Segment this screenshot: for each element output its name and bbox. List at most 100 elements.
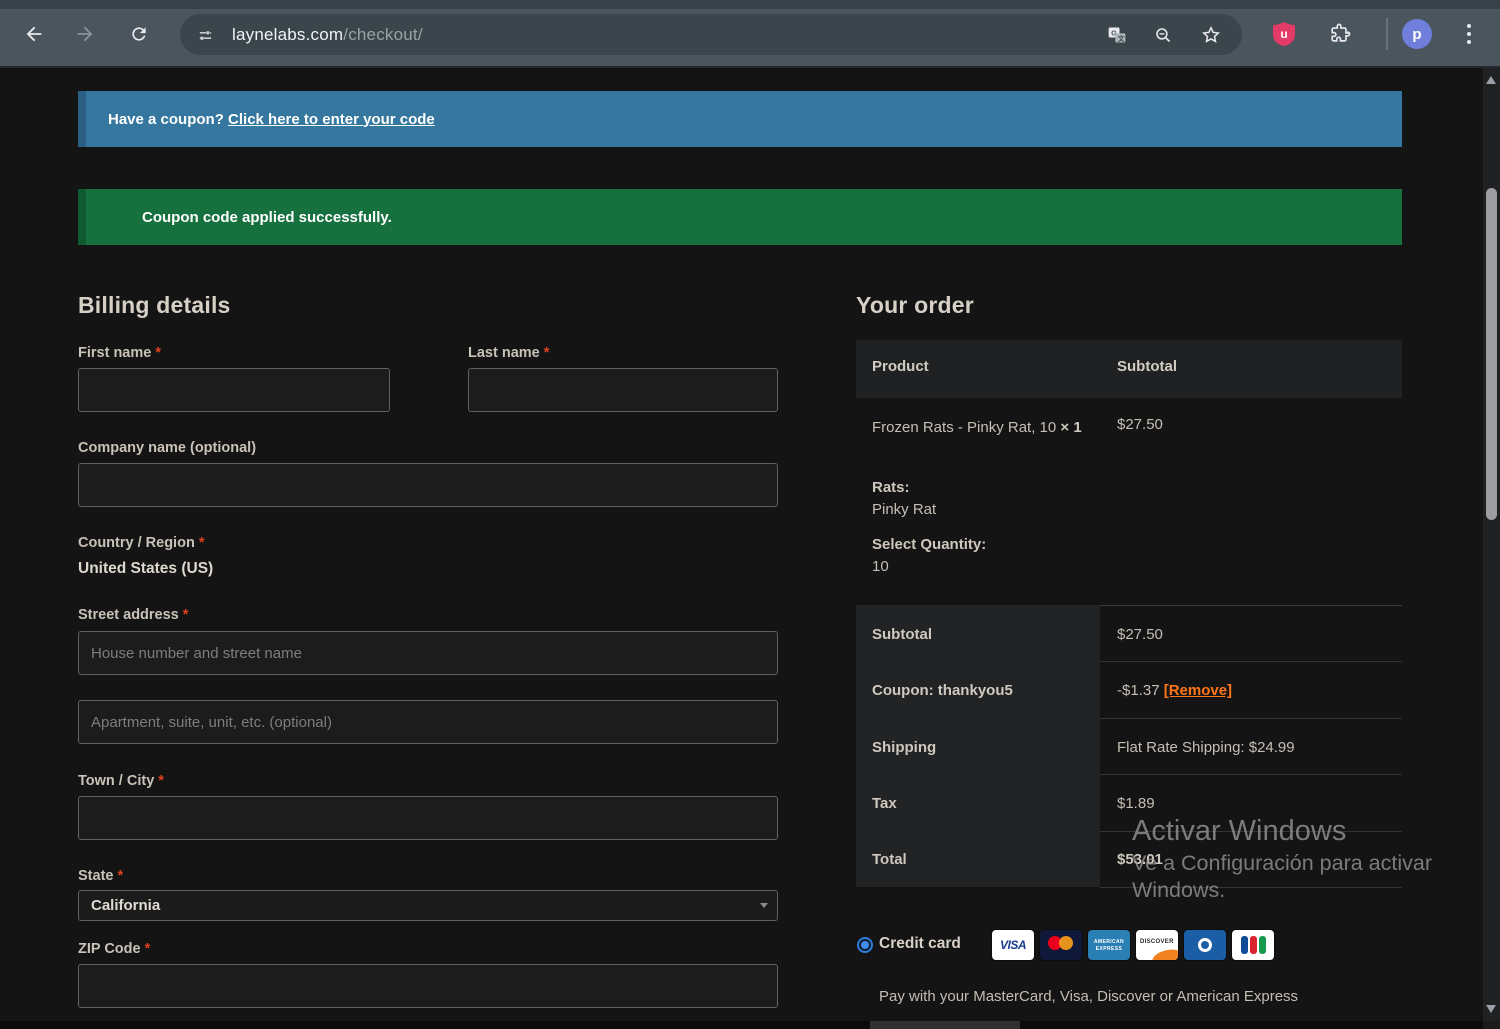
country-value: United States (US) <box>78 560 214 577</box>
puzzle-icon <box>1331 23 1351 42</box>
horizontal-scrollbar-thumb[interactable] <box>870 1021 1020 1029</box>
zip-input[interactable] <box>78 964 778 1008</box>
back-button[interactable] <box>21 21 47 47</box>
scrollbar-corner <box>1483 1021 1500 1029</box>
state-select[interactable]: California <box>78 890 778 921</box>
horizontal-scrollbar[interactable] <box>0 1021 1483 1029</box>
remove-coupon-link[interactable]: [Remove] <box>1164 682 1232 699</box>
coupon-banner: Have a coupon? Click here to enter your … <box>78 91 1402 147</box>
reload-button[interactable] <box>126 21 152 47</box>
vertical-scrollbar[interactable] <box>1483 68 1500 1021</box>
row-divider <box>1100 887 1402 888</box>
country-label: Country / Region * <box>78 535 205 551</box>
row-divider <box>1100 661 1402 662</box>
back-arrow-icon <box>26 26 42 42</box>
payment-description: Pay with your MasterCard, Visa, Discover… <box>879 988 1299 1005</box>
tax-row-value: $1.89 <box>1117 795 1155 812</box>
street-address2-input[interactable] <box>78 700 778 744</box>
city-label: Town / City * <box>78 773 164 789</box>
subtotal-row-value: $27.50 <box>1117 626 1163 643</box>
url-text[interactable]: laynelabs.com/checkout/ <box>232 25 423 45</box>
zoom-button[interactable] <box>1152 24 1174 46</box>
street-address-input[interactable] <box>78 631 778 675</box>
credit-card-label: Credit card <box>879 935 961 952</box>
ublock-shield-icon: u <box>1273 22 1295 46</box>
shipping-row-label: Shipping <box>872 739 937 756</box>
last-name-label: Last name * <box>468 345 550 361</box>
scroll-up-arrow-icon[interactable] <box>1486 76 1496 84</box>
order-item-price: $27.50 <box>1117 416 1163 433</box>
extensions-button[interactable] <box>1326 20 1354 48</box>
order-table-header: Product Subtotal <box>856 340 1402 398</box>
site-info-button[interactable] <box>194 24 216 46</box>
city-input[interactable] <box>78 796 778 840</box>
required-asterisk: * <box>155 345 162 361</box>
row-divider <box>1100 831 1402 832</box>
required-asterisk: * <box>198 535 205 551</box>
profile-avatar[interactable]: p <box>1402 19 1432 49</box>
checkout-page: Have a coupon? Click here to enter your … <box>0 68 1483 1021</box>
accepted-cards: VISA AMERICAN EXPRESS DISCOVER <box>992 930 1274 960</box>
bookmark-button[interactable] <box>1200 24 1222 46</box>
browser-toolbar: laynelabs.com/checkout/ G 文 u p <box>0 0 1500 68</box>
required-asterisk: * <box>158 773 164 789</box>
total-row-value: $53.01 <box>1117 851 1163 868</box>
company-label: Company name (optional) <box>78 440 257 456</box>
browser-menu-button[interactable] <box>1455 20 1483 48</box>
order-item-name: Frozen Rats - Pinky Rat, 10 × 1 <box>872 419 1082 436</box>
url-host: laynelabs.com <box>232 24 344 44</box>
row-divider <box>1100 718 1402 719</box>
coupon-success-banner: Coupon code applied successfully. <box>78 189 1402 245</box>
total-row-label: Total <box>872 851 907 868</box>
company-input[interactable] <box>78 463 778 507</box>
toolbar-separator <box>1386 18 1388 50</box>
last-name-input[interactable] <box>468 368 778 412</box>
forward-button[interactable] <box>72 21 98 47</box>
variation-quantity-value: 10 <box>872 558 889 575</box>
jcb-card-icon <box>1232 930 1274 960</box>
variation-rats-value: Pinky Rat <box>872 501 937 518</box>
reload-icon <box>132 27 146 41</box>
first-name-label: First name * <box>78 345 162 361</box>
order-title: Your order <box>856 292 974 318</box>
discover-card-icon: DISCOVER <box>1136 930 1178 960</box>
vertical-scrollbar-thumb[interactable] <box>1486 188 1497 520</box>
required-asterisk: * <box>182 607 189 623</box>
magnifier-minus-icon <box>1155 27 1170 42</box>
chevron-down-icon <box>760 903 768 908</box>
avatar-letter: p <box>1412 25 1422 43</box>
required-asterisk: * <box>144 941 151 957</box>
zip-label: ZIP Code * <box>78 941 151 957</box>
subtotal-column-header: Subtotal <box>1117 358 1177 375</box>
address-bar[interactable]: laynelabs.com/checkout/ G 文 <box>180 14 1242 55</box>
coupon-toggle-link[interactable]: Click here to enter your code <box>228 111 435 128</box>
credit-card-radio[interactable] <box>857 937 873 953</box>
screenshot-frame: laynelabs.com/checkout/ G 文 u p Have a c… <box>0 0 1500 1029</box>
state-selected-value: California <box>91 897 161 914</box>
ublock-extension-button[interactable]: u <box>1270 20 1298 48</box>
three-dot-menu-icon <box>1467 24 1471 44</box>
amex-card-icon: AMERICAN EXPRESS <box>1088 930 1130 960</box>
scroll-down-arrow-icon[interactable] <box>1486 1005 1496 1013</box>
row-divider <box>1100 774 1402 775</box>
product-column-header: Product <box>872 358 929 375</box>
ublock-letter: u <box>1280 27 1288 41</box>
first-name-input[interactable] <box>78 368 390 412</box>
tune-icon <box>199 30 211 40</box>
diners-card-icon <box>1184 930 1226 960</box>
order-item-qty: × 1 <box>1060 419 1082 436</box>
variation-rats-label: Rats: <box>872 479 910 496</box>
coupon-row-value: -$1.37 [Remove] <box>1117 682 1233 699</box>
url-path: /checkout/ <box>343 24 423 44</box>
coupon-prompt-text: Have a coupon? <box>108 110 229 128</box>
star-icon <box>1202 25 1220 43</box>
translate-icon: G 文 <box>1108 27 1126 43</box>
radio-dot <box>861 941 869 949</box>
subtotal-row-label: Subtotal <box>872 626 932 643</box>
window-top-strip <box>0 0 1500 9</box>
shipping-row-value: Flat Rate Shipping: $24.99 <box>1117 739 1295 756</box>
translate-button[interactable]: G 文 <box>1106 24 1128 46</box>
street-label: Street address * <box>78 607 189 623</box>
visa-card-icon: VISA <box>992 930 1034 960</box>
variation-quantity-label: Select Quantity: <box>872 536 987 553</box>
